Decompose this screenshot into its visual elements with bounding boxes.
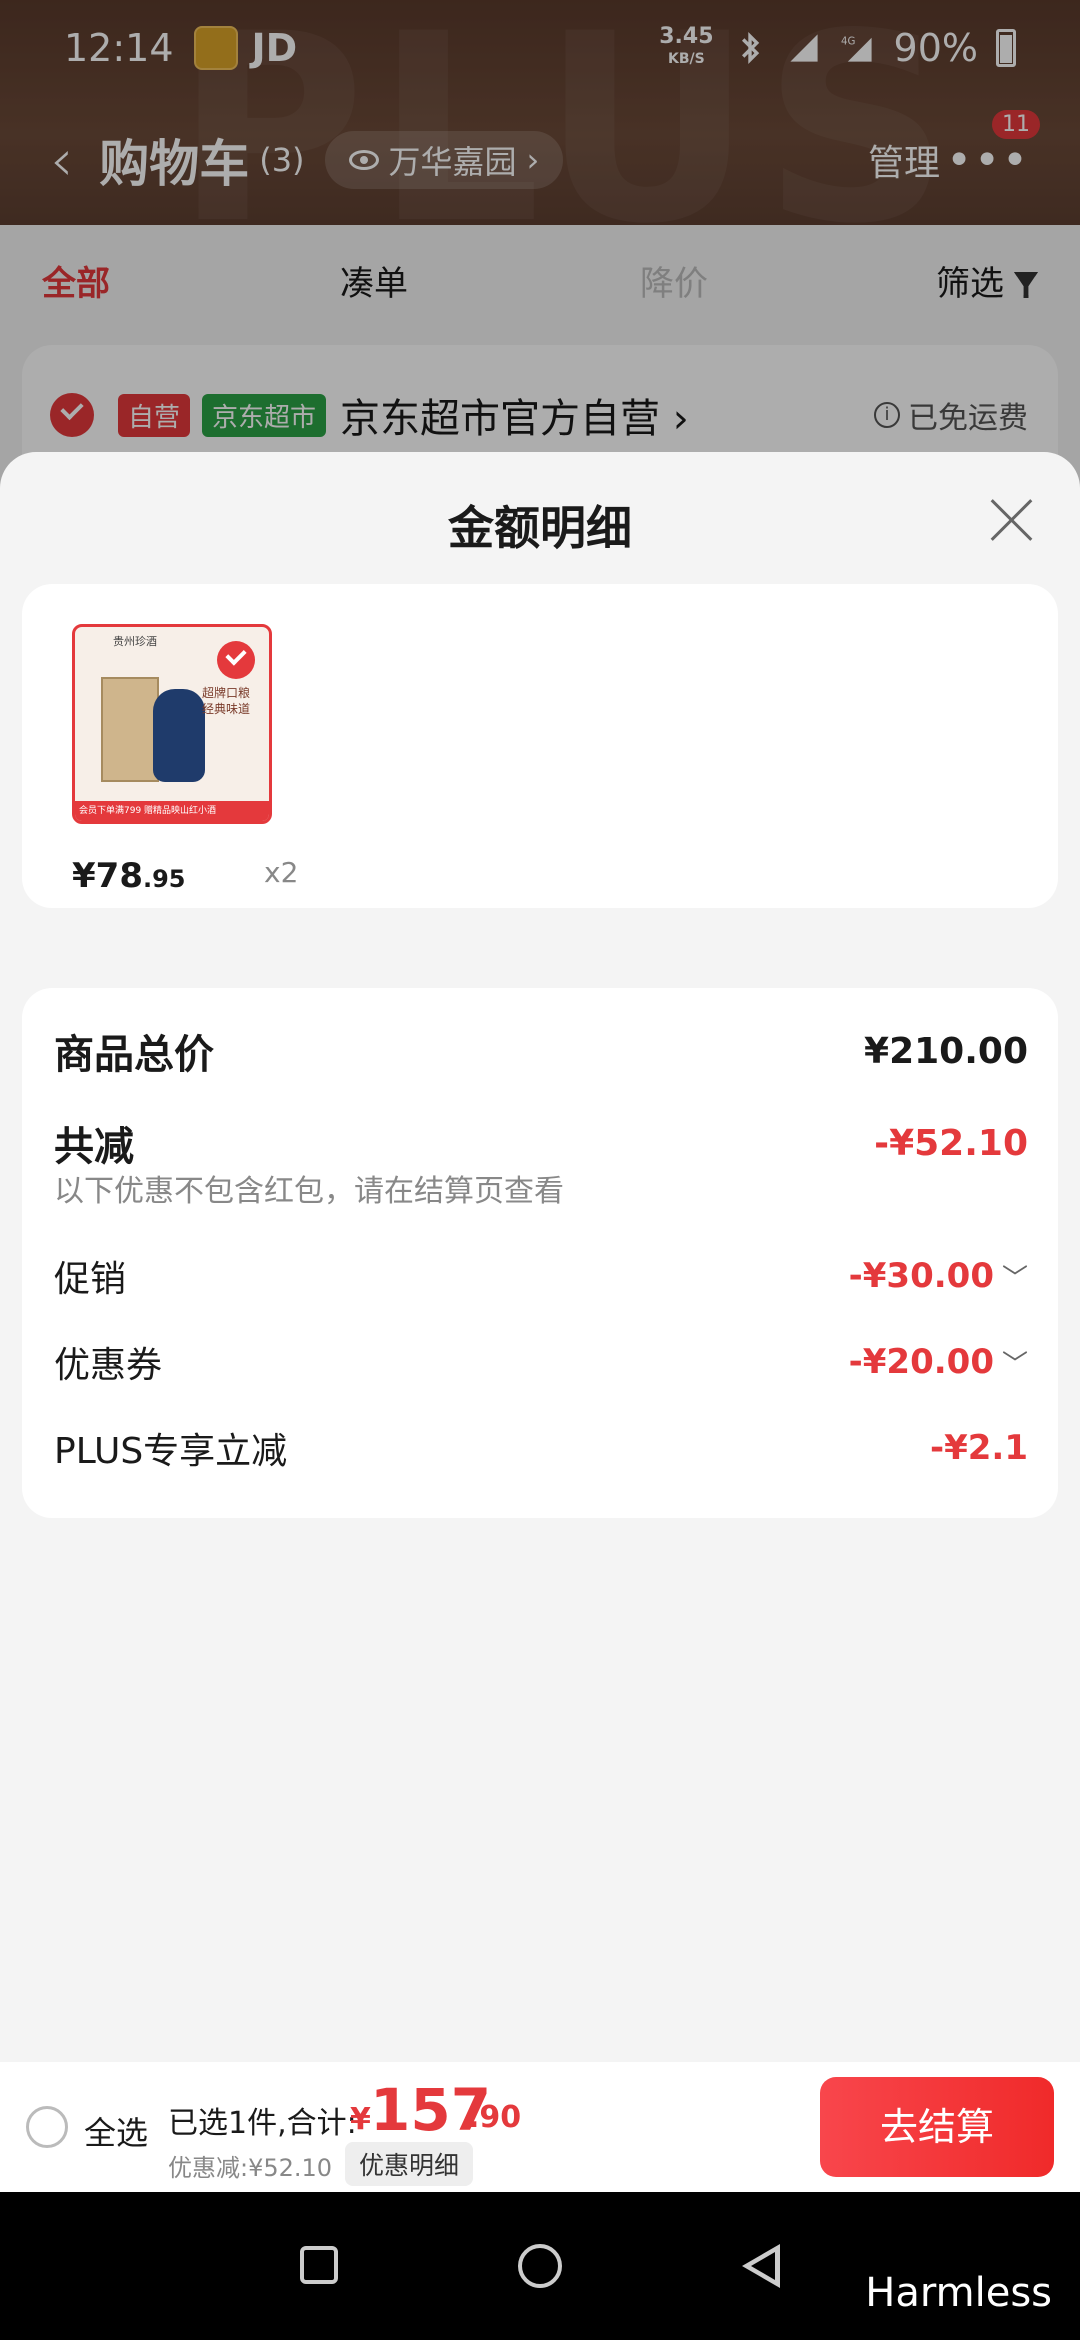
coupon-amount: -¥20.00 — [848, 1342, 994, 1382]
row-reduction: 共减 -¥52.10 — [54, 1114, 1028, 1172]
product-price: ¥78.95 — [72, 856, 186, 896]
row-coupon[interactable]: 优惠券 -¥20.00 ﹀ — [54, 1336, 1028, 1388]
chevron-down-icon: ﹀ — [1001, 1350, 1028, 1380]
home-icon[interactable] — [518, 2244, 562, 2288]
amount-detail-sheet: 金额明细 贵州珍酒 超牌口粮 经典味道 会员下单满799 赠精品映山红小酒 ¥78… — [0, 452, 1080, 2062]
product-card: 贵州珍酒 超牌口粮 经典味道 会员下单满799 赠精品映山红小酒 ¥78.95 x… — [22, 584, 1058, 908]
product-image-brand: 贵州珍酒 — [113, 635, 157, 648]
recents-icon[interactable] — [300, 2246, 338, 2284]
coupon-value: -¥20.00 ﹀ — [849, 1342, 1028, 1382]
reduction-note: 以下优惠不包含红包，请在结算页查看 — [54, 1174, 564, 1209]
back-nav-icon[interactable] — [742, 2244, 780, 2288]
promotion-amount: -¥30.00 — [848, 1256, 994, 1296]
product-image[interactable]: 贵州珍酒 超牌口粮 经典味道 会员下单满799 赠精品映山红小酒 — [72, 624, 272, 824]
close-icon[interactable] — [986, 492, 1036, 542]
promotion-label: 促销 — [54, 1259, 127, 1300]
total-decimal: .90 — [468, 2100, 522, 2135]
product-quantity: x2 — [264, 856, 299, 889]
sheet-title: 金额明细 — [448, 501, 632, 555]
checkout-button[interactable]: 去结算 — [820, 2077, 1054, 2177]
product-image-slogan: 超牌口粮 经典味道 — [201, 686, 250, 716]
select-all-label[interactable]: 全选 — [84, 2108, 148, 2154]
system-nav-bar: Harmless — [0, 2192, 1080, 2340]
chevron-down-icon: ﹀ — [1001, 1264, 1028, 1294]
watermark-text: Harmless — [865, 2270, 1052, 2316]
reduction-label: 共减 — [54, 1124, 134, 1170]
total-value: ¥210.00 — [864, 1030, 1028, 1072]
price-decimal: .95 — [142, 865, 186, 893]
row-total: 商品总价 ¥210.00 — [54, 1022, 1028, 1080]
row-promotion[interactable]: 促销 -¥30.00 ﹀ — [54, 1250, 1028, 1302]
total-label: 商品总价 — [54, 1032, 214, 1078]
select-all-radio[interactable] — [26, 2106, 68, 2148]
checkout-bar: 全选 已选1件,合计: ¥ 157 .90 优惠减:¥52.10 优惠明细 去结… — [0, 2062, 1080, 2192]
row-plus: PLUS专享立减 -¥2.1 — [54, 1422, 1028, 1474]
price-integer: ¥78 — [72, 856, 143, 896]
amount-breakdown: 商品总价 ¥210.00 共减 -¥52.10 以下优惠不包含红包，请在结算页查… — [22, 988, 1058, 1518]
total-currency: ¥ — [350, 2102, 371, 2137]
product-image-banner: 会员下单满799 赠精品映山红小酒 — [75, 801, 269, 821]
product-selected-check-icon — [217, 641, 255, 679]
plus-label: PLUS专享立减 — [54, 1431, 288, 1472]
selected-summary: 已选1件,合计: — [168, 2106, 357, 2141]
coupon-label: 优惠券 — [54, 1345, 163, 1386]
reduction-value: -¥52.10 — [874, 1122, 1028, 1164]
product-box-graphic — [101, 677, 159, 782]
plus-value: -¥2.1 — [930, 1428, 1028, 1468]
promotion-value: -¥30.00 ﹀ — [849, 1256, 1028, 1296]
discount-summary: 优惠减:¥52.10 — [168, 2154, 333, 2182]
discount-detail-button[interactable]: 优惠明细 — [345, 2142, 474, 2186]
